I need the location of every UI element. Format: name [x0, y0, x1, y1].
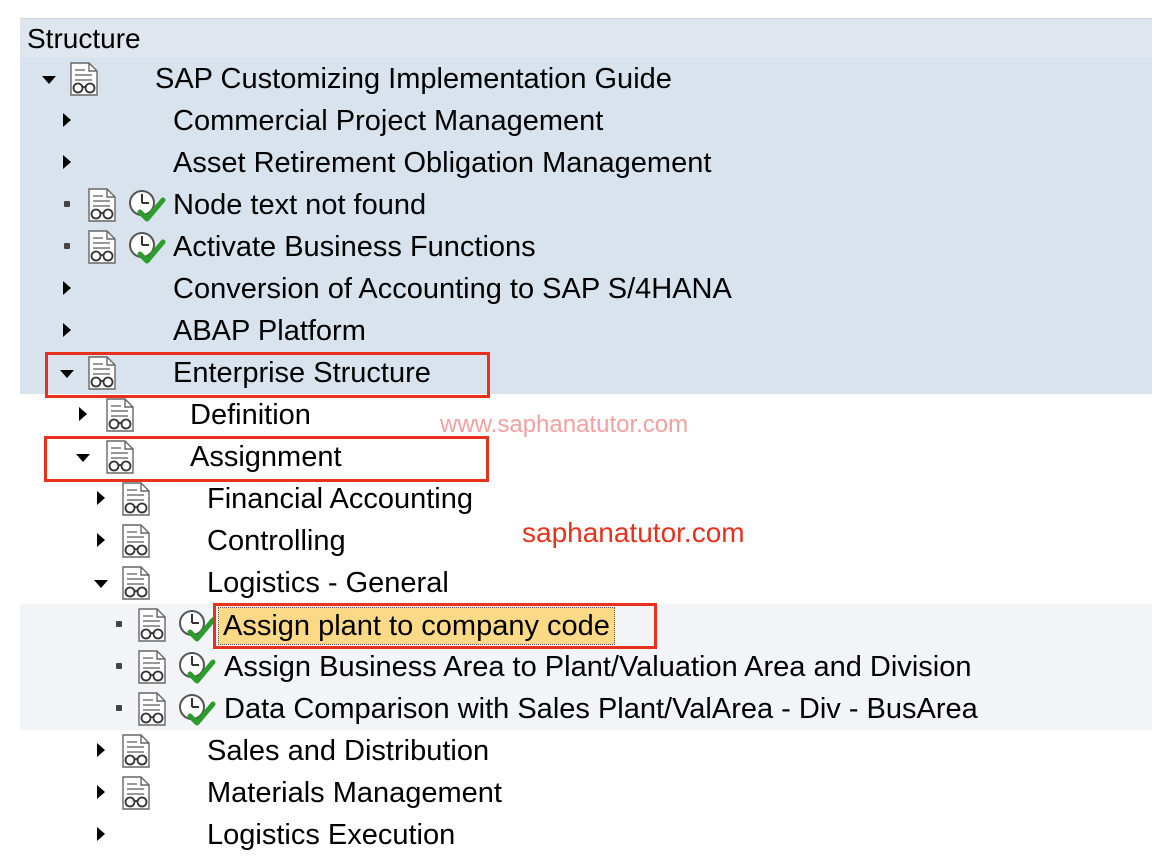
documentation-icon[interactable] [136, 650, 170, 684]
execute-activity-icon[interactable] [176, 650, 216, 684]
execute-activity-icon[interactable] [126, 230, 166, 264]
documentation-icon[interactable] [86, 230, 120, 264]
leaf-bullet-icon [112, 604, 126, 646]
tree-row[interactable]: Logistics Execution [20, 814, 1152, 856]
expand-node-icon[interactable] [94, 730, 108, 772]
documentation-icon[interactable] [120, 734, 154, 768]
expand-node-icon[interactable] [60, 142, 74, 184]
tree-row[interactable]: Materials Management [20, 772, 1152, 814]
tree-row[interactable]: Assign Business Area to Plant/Valuation … [20, 646, 1152, 688]
tree-node-label[interactable]: Controlling [207, 520, 346, 562]
execute-activity-icon[interactable] [176, 692, 216, 726]
tree-node-label[interactable]: Data Comparison with Sales Plant/ValArea… [224, 688, 978, 730]
expand-node-icon[interactable] [76, 394, 90, 436]
tree-node-label[interactable]: Assign Business Area to Plant/Valuation … [224, 646, 971, 688]
leaf-bullet-icon [112, 646, 126, 688]
documentation-icon[interactable] [136, 608, 170, 642]
collapse-node-icon[interactable] [42, 58, 56, 100]
documentation-icon[interactable] [86, 188, 120, 222]
watermark-secondary: saphanatutor.com [522, 517, 745, 548]
watermark-primary: www.saphanatutor.com [440, 411, 689, 438]
tree-node-label[interactable]: Financial Accounting [207, 478, 473, 520]
tree-row[interactable]: Commercial Project Management [20, 100, 1152, 142]
tree-node-label[interactable]: Asset Retirement Obligation Management [173, 142, 711, 184]
tree-row[interactable]: Node text not found [20, 184, 1152, 226]
documentation-icon[interactable] [136, 692, 170, 726]
documentation-icon[interactable] [104, 398, 138, 432]
tree-row[interactable]: Conversion of Accounting to SAP S/4HANA [20, 268, 1152, 310]
expand-node-icon[interactable] [60, 100, 74, 142]
leaf-bullet-icon [60, 184, 74, 226]
tree-node-label[interactable]: Logistics Execution [207, 814, 455, 856]
tree-row[interactable]: Sales and Distribution [20, 730, 1152, 772]
expand-node-icon[interactable] [60, 268, 74, 310]
tree-row[interactable]: SAP Customizing Implementation Guide [20, 58, 1152, 100]
tree-node-label[interactable]: Activate Business Functions [173, 226, 536, 268]
tree-node-label[interactable]: Conversion of Accounting to SAP S/4HANA [173, 268, 732, 310]
documentation-icon[interactable] [120, 524, 154, 558]
leaf-bullet-icon [112, 688, 126, 730]
tree-node-label[interactable]: SAP Customizing Implementation Guide [155, 58, 672, 100]
expand-node-icon[interactable] [94, 772, 108, 814]
tree-node-label[interactable]: Sales and Distribution [207, 730, 489, 772]
tree-header: Structure [20, 18, 1152, 58]
expand-node-icon[interactable] [60, 310, 74, 352]
documentation-icon[interactable] [120, 482, 154, 516]
execute-activity-icon[interactable] [176, 608, 216, 642]
annotation-highlight-box [45, 352, 490, 398]
annotation-highlight-box [213, 603, 657, 649]
tree-node-label[interactable]: ABAP Platform [173, 310, 366, 352]
tree-row[interactable]: Logistics - General [20, 562, 1152, 604]
execute-activity-icon[interactable] [126, 188, 166, 222]
tree-row[interactable]: Data Comparison with Sales Plant/ValArea… [20, 688, 1152, 730]
tree-row[interactable]: Activate Business Functions [20, 226, 1152, 268]
tree-row[interactable]: ABAP Platform [20, 310, 1152, 352]
tree-row[interactable]: Asset Retirement Obligation Management [20, 142, 1152, 184]
documentation-icon[interactable] [120, 776, 154, 810]
tree-node-label[interactable]: Logistics - General [207, 562, 449, 604]
tree-node-label[interactable]: Definition [190, 394, 311, 436]
leaf-bullet-icon [60, 226, 74, 268]
collapse-node-icon[interactable] [94, 562, 108, 604]
documentation-icon[interactable] [120, 566, 154, 600]
documentation-icon[interactable] [68, 62, 102, 96]
tree-node-label[interactable]: Node text not found [173, 184, 426, 226]
expand-node-icon[interactable] [94, 520, 108, 562]
expand-node-icon[interactable] [94, 478, 108, 520]
tree-row[interactable]: Financial Accounting [20, 478, 1152, 520]
expand-node-icon[interactable] [94, 814, 108, 856]
tree-node-label[interactable]: Materials Management [207, 772, 502, 814]
annotation-highlight-box [44, 436, 489, 482]
tree-node-label[interactable]: Commercial Project Management [173, 100, 603, 142]
